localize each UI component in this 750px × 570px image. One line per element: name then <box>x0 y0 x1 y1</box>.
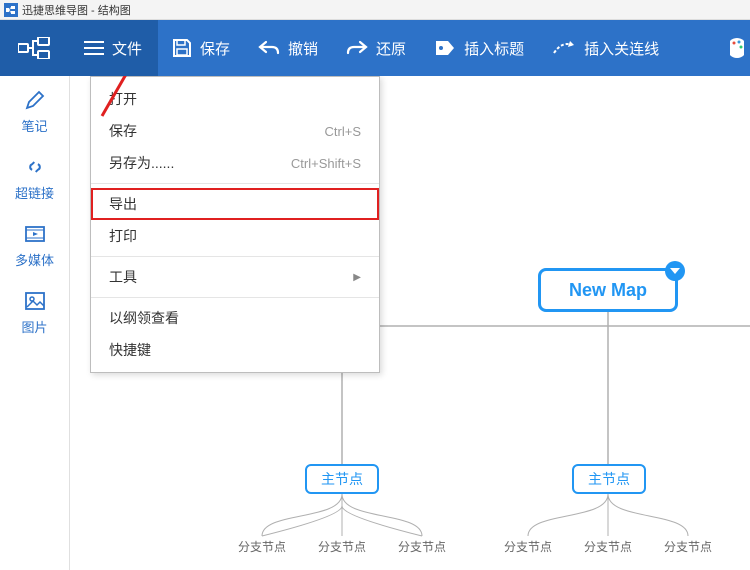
menu-item-print[interactable]: 打印 <box>91 220 379 252</box>
main-node-label: 主节点 <box>321 469 363 489</box>
mindmap-canvas[interactable]: 打开 保存 Ctrl+S 另存为...... Ctrl+Shift+S 导出 打… <box>70 76 750 570</box>
file-dropdown-menu: 打开 保存 Ctrl+S 另存为...... Ctrl+Shift+S 导出 打… <box>90 76 380 373</box>
menu-item-outline[interactable]: 以纲领查看 <box>91 302 379 334</box>
save-label: 保存 <box>200 38 230 59</box>
save-button[interactable]: 保存 <box>158 20 244 76</box>
collapse-toggle-icon[interactable] <box>665 261 685 281</box>
file-menu-button[interactable]: 文件 <box>68 20 158 76</box>
sidebar-multimedia-label: 多媒体 <box>15 250 54 269</box>
redo-button[interactable]: 还原 <box>332 20 420 76</box>
menu-saveas-label: 另存为...... <box>109 153 174 173</box>
menu-save-shortcut: Ctrl+S <box>325 124 361 139</box>
menu-separator <box>91 256 379 257</box>
palette-icon <box>730 36 744 60</box>
menu-item-save[interactable]: 保存 Ctrl+S <box>91 115 379 147</box>
mindmap-leaf-node[interactable]: 分支节点 <box>238 538 286 555</box>
menu-save-label: 保存 <box>109 121 137 141</box>
undo-button[interactable]: 撤销 <box>244 20 332 76</box>
undo-label: 撤销 <box>288 38 318 59</box>
menu-item-shortcuts[interactable]: 快捷键 <box>91 334 379 366</box>
redo-icon <box>346 39 368 57</box>
save-icon <box>172 38 192 58</box>
tag-icon <box>434 39 456 57</box>
hamburger-icon <box>84 40 104 56</box>
submenu-arrow-icon: ▶ <box>353 272 361 283</box>
mindmap-leaf-node[interactable]: 分支节点 <box>504 538 552 555</box>
mindmap-logo-icon <box>18 37 50 59</box>
mindmap-leaf-node[interactable]: 分支节点 <box>584 538 632 555</box>
color-palette-button[interactable] <box>724 20 750 76</box>
menu-separator <box>91 297 379 298</box>
menu-separator <box>91 183 379 184</box>
menu-saveas-shortcut: Ctrl+Shift+S <box>291 156 361 171</box>
sidebar-item-image[interactable]: 图片 <box>0 277 69 344</box>
menu-export-label: 导出 <box>109 194 137 214</box>
menu-tools-label: 工具 <box>109 267 137 287</box>
sidebar-item-multimedia[interactable]: 多媒体 <box>0 210 69 277</box>
mindmap-leaf-node[interactable]: 分支节点 <box>318 538 366 555</box>
menu-item-saveas[interactable]: 另存为...... Ctrl+Shift+S <box>91 147 379 179</box>
menu-item-export[interactable]: 导出 <box>91 188 379 220</box>
main-toolbar: 文件 保存 撤销 还原 插入标题 插入关连线 <box>0 20 750 76</box>
app-icon <box>4 3 18 17</box>
link-icon <box>24 155 46 179</box>
mindmap-leaf-node[interactable]: 分支节点 <box>664 538 712 555</box>
window-title: 迅捷思维导图 - 结构图 <box>22 2 131 18</box>
mindmap-root-node[interactable]: New Map <box>538 268 678 312</box>
menu-outline-label: 以纲领查看 <box>109 308 179 328</box>
mindmap-main-node[interactable]: 主节点 <box>305 464 379 494</box>
menu-open-label: 打开 <box>109 89 137 109</box>
sidebar-item-hyperlink[interactable]: 超链接 <box>0 143 69 210</box>
logo-button[interactable] <box>0 20 68 76</box>
left-sidebar: 笔记 超链接 多媒体 图片 <box>0 76 70 570</box>
film-icon <box>24 222 46 246</box>
mindmap-main-node[interactable]: 主节点 <box>572 464 646 494</box>
image-icon <box>24 289 46 313</box>
insert-title-button[interactable]: 插入标题 <box>420 20 538 76</box>
menu-item-tools[interactable]: 工具 ▶ <box>91 261 379 293</box>
main-area: 笔记 超链接 多媒体 图片 <box>0 76 750 570</box>
root-node-label: New Map <box>569 280 647 301</box>
menu-item-open[interactable]: 打开 <box>91 83 379 115</box>
curve-arrow-icon <box>552 39 576 57</box>
sidebar-image-label: 图片 <box>21 317 47 336</box>
pencil-icon <box>24 88 46 112</box>
main-node-label: 主节点 <box>588 469 630 489</box>
sidebar-notes-label: 笔记 <box>21 116 47 135</box>
sidebar-item-notes[interactable]: 笔记 <box>0 76 69 143</box>
insert-title-label: 插入标题 <box>464 38 524 59</box>
undo-icon <box>258 39 280 57</box>
insert-relation-button[interactable]: 插入关连线 <box>538 20 673 76</box>
mindmap-leaf-node[interactable]: 分支节点 <box>398 538 446 555</box>
insert-relation-label: 插入关连线 <box>584 38 659 59</box>
file-label: 文件 <box>112 38 142 59</box>
redo-label: 还原 <box>376 38 406 59</box>
menu-shortcuts-label: 快捷键 <box>109 340 151 360</box>
titlebar: 迅捷思维导图 - 结构图 <box>0 0 750 20</box>
sidebar-hyperlink-label: 超链接 <box>15 183 54 202</box>
menu-print-label: 打印 <box>109 226 137 246</box>
